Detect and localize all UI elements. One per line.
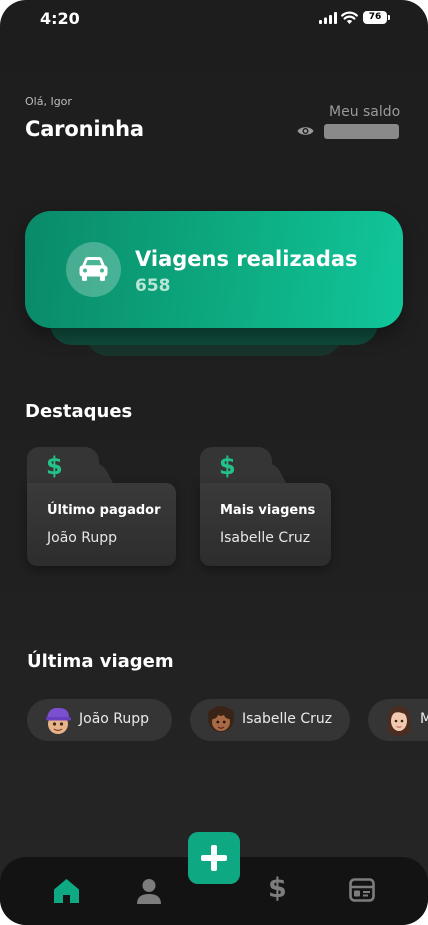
passenger-chip[interactable]: M xyxy=(368,699,428,741)
hidden-balance xyxy=(324,124,399,139)
passenger-name: João Rupp xyxy=(79,711,150,727)
highlight-card-most-trips[interactable]: $ Mais viagens Isabelle Cruz xyxy=(200,447,331,566)
balance-label: Meu saldo xyxy=(329,104,401,120)
trips-card[interactable]: Viagens realizadas 658 xyxy=(25,211,403,328)
avatar xyxy=(42,704,74,736)
signal-icon xyxy=(319,12,337,24)
passenger-chip[interactable]: Isabelle Cruz xyxy=(190,699,350,741)
highlight-label: Último pagador xyxy=(47,503,161,518)
last-trip-title: Última viagem xyxy=(27,651,174,672)
folder-body xyxy=(200,483,331,566)
wallet-icon[interactable] xyxy=(349,878,375,902)
add-icon xyxy=(201,845,227,871)
status-time: 4:20 xyxy=(40,9,80,28)
avatar xyxy=(205,704,237,736)
app-screen: 4:20 76 Olá, Igor Caroninha Meu saldo Vi… xyxy=(0,0,428,925)
car-icon xyxy=(79,257,108,281)
highlights-title: Destaques xyxy=(25,401,133,422)
user-icon[interactable] xyxy=(136,878,162,905)
dollar-icon[interactable]: $ xyxy=(268,873,287,904)
battery-icon: 76 xyxy=(363,11,390,24)
avatar xyxy=(383,704,415,736)
dollar-icon: $ xyxy=(219,452,236,480)
highlight-label: Mais viagens xyxy=(220,503,316,518)
trips-title: Viagens realizadas xyxy=(135,247,358,271)
highlight-name: Isabelle Cruz xyxy=(220,530,311,546)
passenger-name: M xyxy=(420,711,428,727)
wifi-icon xyxy=(341,11,358,24)
status-bar: 4:20 76 xyxy=(0,0,428,36)
passenger-name: Isabelle Cruz xyxy=(242,711,333,727)
home-icon[interactable] xyxy=(53,878,80,904)
greeting-text: Olá, Igor xyxy=(25,95,72,108)
highlight-card-last-payer[interactable]: $ Último pagador João Rupp xyxy=(27,447,176,566)
passenger-chip[interactable]: João Rupp xyxy=(27,699,172,741)
trips-count: 658 xyxy=(135,276,171,296)
add-button[interactable] xyxy=(188,832,240,884)
dollar-icon: $ xyxy=(46,452,63,480)
folder-body xyxy=(27,483,176,566)
app-title: Caroninha xyxy=(25,117,144,141)
eye-icon[interactable] xyxy=(297,124,314,138)
highlight-name: João Rupp xyxy=(47,530,118,546)
car-icon-badge xyxy=(66,242,121,297)
